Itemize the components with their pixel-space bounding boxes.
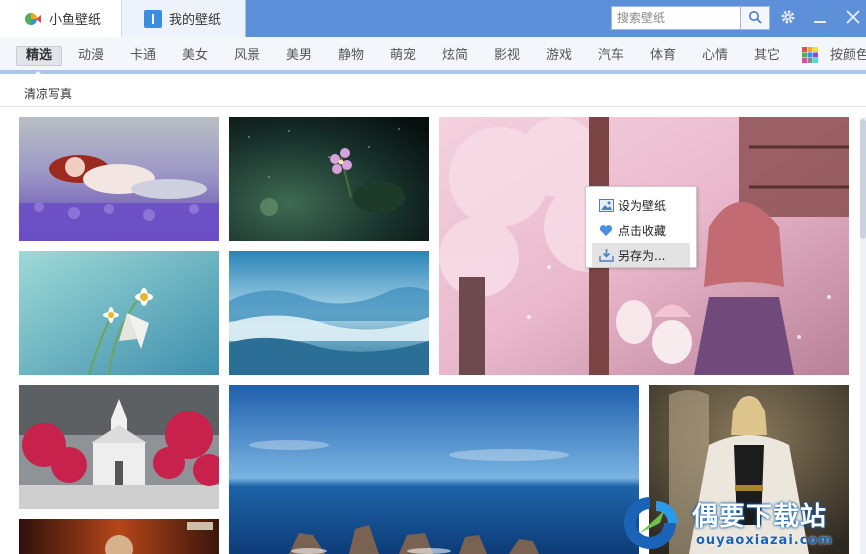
download-icon xyxy=(598,248,614,262)
gear-icon xyxy=(780,9,796,28)
category-featured[interactable]: 精选 xyxy=(16,46,62,66)
menu-item-label: 点击收藏 xyxy=(618,223,667,238)
active-category-pointer xyxy=(32,71,44,77)
context-menu: 设为壁纸 点击收藏 另存为... xyxy=(585,186,697,268)
category-handsome[interactable]: 美男 xyxy=(284,46,314,66)
fish-logo-icon xyxy=(24,10,42,28)
category-cartoon[interactable]: 卡通 xyxy=(128,46,158,66)
divider xyxy=(0,106,866,107)
wallpaper-thumb-girl-lavender[interactable] xyxy=(19,117,219,241)
tab-label: 我的壁纸 xyxy=(169,13,222,28)
menu-item-label: 设为壁纸 xyxy=(618,198,667,213)
search-box xyxy=(611,6,770,30)
search-input[interactable] xyxy=(612,7,740,29)
tab-label: 小鱼壁纸 xyxy=(49,13,102,28)
wallpaper-thumb-church-red-trees[interactable] xyxy=(19,385,219,509)
minimize-button[interactable] xyxy=(810,8,830,28)
menu-item-set-wallpaper[interactable]: 设为壁纸 xyxy=(592,193,690,217)
menu-item-favorite[interactable]: 点击收藏 xyxy=(592,218,690,242)
watermark-title: 偶要下载站 xyxy=(692,502,828,532)
watermark-url: ouyaoxiazai.com xyxy=(696,533,833,548)
minimize-icon xyxy=(813,10,827,27)
category-bar: 精选 动漫 卡通 美女 风景 美男 静物 萌宠 炫简 影视 游戏 汽车 体育 心… xyxy=(0,37,866,74)
heart-icon xyxy=(598,223,614,237)
category-beauty[interactable]: 美女 xyxy=(180,46,210,66)
menu-item-label: 另存为... xyxy=(618,248,666,263)
wallpaper-thumb-butterfly-daisy[interactable] xyxy=(19,251,219,375)
search-button[interactable] xyxy=(740,7,769,29)
wallpaper-thumb-game-poster[interactable] xyxy=(19,519,219,554)
tab-xiaoyu-wallpaper[interactable]: 小鱼壁纸 xyxy=(0,0,122,37)
tab-my-wallpaper[interactable]: 我的壁纸 xyxy=(122,0,246,37)
category-minimal[interactable]: 炫简 xyxy=(440,46,470,66)
settings-button[interactable] xyxy=(778,8,798,28)
category-pets[interactable]: 萌宠 xyxy=(388,46,418,66)
menu-item-save-as[interactable]: 另存为... xyxy=(592,243,690,267)
scrollbar-thumb[interactable] xyxy=(860,119,866,239)
search-icon xyxy=(748,10,762,27)
watermark-logo-icon xyxy=(624,497,678,549)
category-games[interactable]: 游戏 xyxy=(544,46,574,66)
scrollbar[interactable] xyxy=(860,117,866,554)
watermark: 偶要下载站 ouyaoxiazai.com xyxy=(620,493,866,554)
category-mood[interactable]: 心情 xyxy=(700,46,730,66)
color-grid-icon[interactable] xyxy=(802,47,818,63)
title-bar: 小鱼壁纸 我的壁纸 xyxy=(0,0,866,37)
image-icon xyxy=(598,198,614,212)
bookmark-icon xyxy=(144,9,162,28)
section-title: 清凉写真 xyxy=(24,87,73,101)
category-sports[interactable]: 体育 xyxy=(648,46,678,66)
close-button[interactable] xyxy=(843,8,863,28)
category-movies[interactable]: 影视 xyxy=(492,46,522,66)
color-filter-link[interactable]: 按颜色 xyxy=(830,46,866,66)
category-anime[interactable]: 动漫 xyxy=(76,46,106,66)
close-icon xyxy=(846,9,860,27)
category-still-life[interactable]: 静物 xyxy=(336,46,366,66)
category-scenery[interactable]: 风景 xyxy=(232,46,262,66)
wallpaper-thumb-ocean-rocks[interactable] xyxy=(229,385,639,554)
wallpaper-thumb-misty-mountains[interactable] xyxy=(229,251,429,375)
wallpaper-thumb-pink-flower[interactable] xyxy=(229,117,429,241)
category-cars[interactable]: 汽车 xyxy=(596,46,626,66)
category-other[interactable]: 其它 xyxy=(752,46,782,66)
